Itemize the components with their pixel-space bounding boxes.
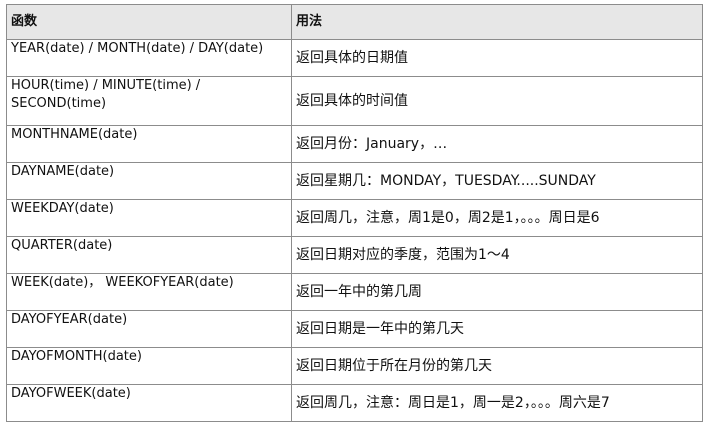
- function-cell: DAYOFMONTH(date): [6, 347, 292, 385]
- function-cell: HOUR(time) / MINUTE(time) / SECOND(time): [6, 76, 292, 126]
- usage-cell: 返回日期对应的季度，范围为1～4: [291, 236, 703, 274]
- usage-cell: 返回具体的时间值: [291, 76, 703, 126]
- function-cell: DAYOFYEAR(date): [6, 310, 292, 348]
- table-row: MONTHNAME(date) 返回月份：January，…: [6, 125, 703, 163]
- usage-cell: 返回星期几：MONDAY，TUESDAY.....SUNDAY: [291, 162, 703, 200]
- usage-cell: 返回月份：January，…: [291, 125, 703, 163]
- table-row: WEEK(date)， WEEKOFYEAR(date) 返回一年中的第几周: [6, 273, 703, 311]
- table-row: YEAR(date) / MONTH(date) / DAY(date) 返回具…: [6, 39, 703, 77]
- usage-cell: 返回日期是一年中的第几天: [291, 310, 703, 348]
- header-function: 函数: [6, 4, 292, 40]
- function-cell: DAYNAME(date): [6, 162, 292, 200]
- function-cell: MONTHNAME(date): [6, 125, 292, 163]
- page: 函数 用法 YEAR(date) / MONTH(date) / DAY(dat…: [0, 0, 708, 424]
- table-row: WEEKDAY(date) 返回周几，注意，周1是0，周2是1，。。。周日是6: [6, 199, 703, 237]
- function-cell: YEAR(date) / MONTH(date) / DAY(date): [6, 39, 292, 77]
- date-functions-table: 函数 用法 YEAR(date) / MONTH(date) / DAY(dat…: [6, 4, 703, 422]
- header-usage: 用法: [291, 4, 703, 40]
- function-cell: WEEK(date)， WEEKOFYEAR(date): [6, 273, 292, 311]
- table-row: DAYOFWEEK(date) 返回周几，注意：周日是1，周一是2，。。。周六是…: [6, 384, 703, 422]
- usage-cell: 返回日期位于所在月份的第几天: [291, 347, 703, 385]
- usage-cell: 返回具体的日期值: [291, 39, 703, 77]
- table-header-row: 函数 用法: [6, 4, 703, 40]
- table-row: HOUR(time) / MINUTE(time) / SECOND(time)…: [6, 76, 703, 126]
- table-row: DAYOFMONTH(date) 返回日期位于所在月份的第几天: [6, 347, 703, 385]
- function-cell: DAYOFWEEK(date): [6, 384, 292, 422]
- usage-cell: 返回周几，注意，周1是0，周2是1，。。。周日是6: [291, 199, 703, 237]
- usage-cell: 返回周几，注意：周日是1，周一是2，。。。周六是7: [291, 384, 703, 422]
- function-cell: WEEKDAY(date): [6, 199, 292, 237]
- function-cell: QUARTER(date): [6, 236, 292, 274]
- table-row: QUARTER(date) 返回日期对应的季度，范围为1～4: [6, 236, 703, 274]
- table-row: DAYOFYEAR(date) 返回日期是一年中的第几天: [6, 310, 703, 348]
- usage-cell: 返回一年中的第几周: [291, 273, 703, 311]
- table-row: DAYNAME(date) 返回星期几：MONDAY，TUESDAY.....S…: [6, 162, 703, 200]
